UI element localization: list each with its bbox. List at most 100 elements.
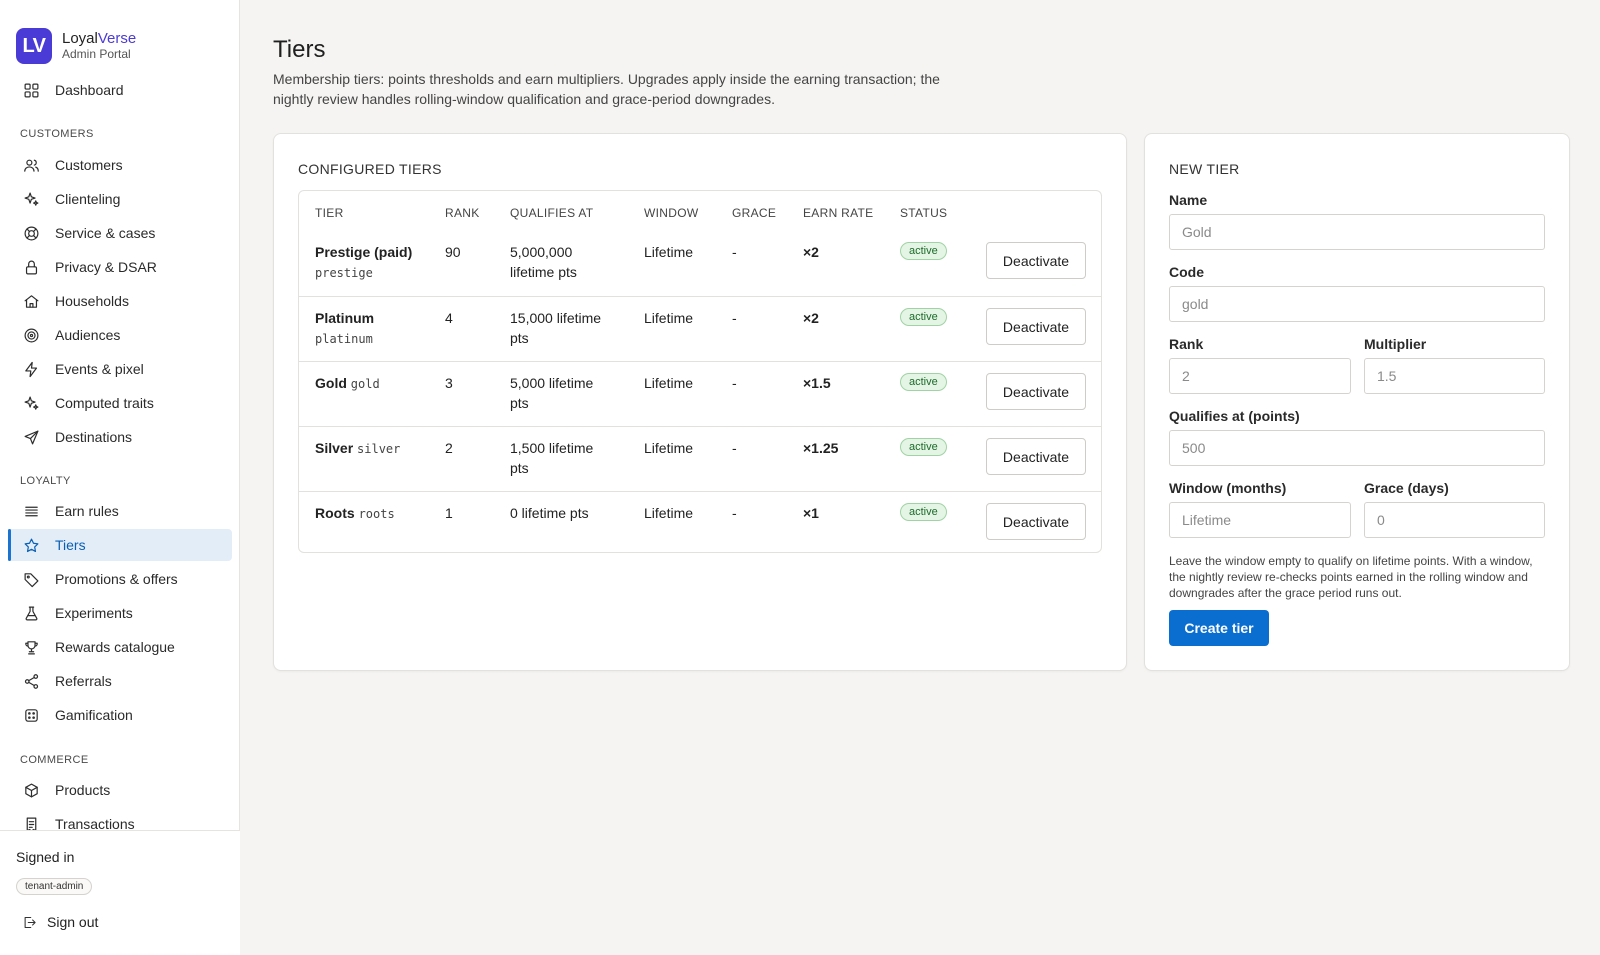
grace-label: Grace (days) bbox=[1364, 480, 1449, 496]
sidebar-item-dashboard[interactable]: Dashboard bbox=[8, 74, 232, 106]
sidebar-item-label: Dashboard bbox=[55, 82, 124, 98]
sidebar-item-privacy-dsar[interactable]: Privacy & DSAR bbox=[8, 251, 232, 283]
configured-tiers-card: CONFIGURED TIERS TIER RANK QUALIFIES AT … bbox=[273, 133, 1127, 671]
grid-icon bbox=[22, 81, 40, 99]
code-input[interactable] bbox=[1169, 286, 1545, 322]
column-header-status: STATUS bbox=[900, 206, 948, 220]
sidebar-item-label: Destinations bbox=[55, 429, 133, 445]
code-label: Code bbox=[1169, 264, 1204, 280]
window-label: Window (months) bbox=[1169, 480, 1287, 496]
sign-out-button[interactable]: Sign out bbox=[22, 914, 98, 930]
sidebar-item-earn-rules[interactable]: Earn rules bbox=[8, 495, 232, 527]
sidebar-item-referrals[interactable]: Referrals bbox=[8, 665, 232, 697]
column-header-grace: GRACE bbox=[732, 206, 777, 220]
table-row: Gold gold 3 5,000 lifetime pts Lifetime - ×1.… bbox=[299, 361, 1101, 426]
rank-cell: 2 bbox=[445, 440, 453, 456]
rank-cell: 90 bbox=[445, 244, 461, 260]
sidebar-item-label: Audiences bbox=[55, 327, 121, 343]
window-cell: Lifetime bbox=[644, 244, 694, 260]
signed-in-panel: Signed in tenant-admin Sign out bbox=[0, 830, 240, 955]
brand-text: LoyalVerse Admin Portal bbox=[62, 30, 136, 61]
send-icon bbox=[22, 428, 40, 446]
users-icon bbox=[22, 156, 40, 174]
sidebar-item-gamification[interactable]: Gamification bbox=[8, 699, 232, 731]
sidebar-item-computed-traits[interactable]: Computed traits bbox=[8, 387, 232, 419]
tier-code: gold bbox=[350, 377, 380, 391]
sidebar-item-label: Events & pixel bbox=[55, 361, 144, 377]
sidebar-item-destinations[interactable]: Destinations bbox=[8, 421, 232, 453]
tier-code: roots bbox=[358, 507, 395, 521]
tier-name: Silver bbox=[315, 440, 354, 456]
sidebar-item-rewards-catalogue[interactable]: Rewards catalogue bbox=[8, 631, 232, 663]
rank-cell: 3 bbox=[445, 375, 453, 391]
sidebar-item-clienteling[interactable]: Clienteling bbox=[8, 183, 232, 215]
sidebar-item-label: Experiments bbox=[55, 605, 133, 621]
deactivate-button[interactable]: Deactivate bbox=[986, 503, 1086, 540]
column-header-rank: RANK bbox=[445, 206, 480, 220]
sidebar-item-tiers[interactable]: Tiers bbox=[8, 529, 232, 561]
name-label: Name bbox=[1169, 192, 1208, 208]
window-cell: Lifetime bbox=[644, 310, 694, 326]
grace-cell: - bbox=[732, 375, 737, 391]
sidebar-item-label: Transactions bbox=[55, 816, 135, 830]
sidebar-item-label: Gamification bbox=[55, 707, 133, 723]
brand-name-part2: Verse bbox=[97, 30, 137, 48]
sidebar-item-label: Referrals bbox=[55, 673, 112, 689]
deactivate-button[interactable]: Deactivate bbox=[986, 308, 1086, 345]
bolt-icon bbox=[22, 360, 40, 378]
role-badge: tenant-admin bbox=[16, 878, 93, 895]
create-tier-button[interactable]: Create tier bbox=[1169, 610, 1269, 646]
window-cell: Lifetime bbox=[644, 375, 694, 391]
sidebar-nav: Dashboard CUSTOMERS Customers Clientelin… bbox=[0, 74, 240, 830]
grace-cell: - bbox=[732, 440, 737, 456]
earn-rate-cell: ×1.25 bbox=[803, 440, 839, 456]
trophy-icon bbox=[22, 638, 40, 656]
grace-cell: - bbox=[732, 310, 737, 326]
name-input[interactable] bbox=[1169, 214, 1545, 250]
sidebar-item-service-cases[interactable]: Service & cases bbox=[8, 217, 232, 249]
window-input[interactable] bbox=[1169, 502, 1351, 538]
sidebar-item-households[interactable]: Households bbox=[8, 285, 232, 317]
grace-cell: - bbox=[732, 244, 737, 260]
sidebar-item-products[interactable]: Products bbox=[8, 774, 232, 806]
tier-name: Gold bbox=[315, 375, 347, 391]
deactivate-button[interactable]: Deactivate bbox=[986, 438, 1086, 475]
grace-cell: - bbox=[732, 505, 737, 521]
tier-name: Prestige (paid) bbox=[315, 244, 413, 260]
sidebar-item-experiments[interactable]: Experiments bbox=[8, 597, 232, 629]
qualifies-at-cell: 15,000 lifetime pts bbox=[510, 310, 602, 346]
sidebar-item-transactions[interactable]: Transactions bbox=[8, 808, 232, 830]
lock-icon bbox=[22, 258, 40, 276]
rank-cell: 4 bbox=[445, 310, 453, 326]
brand-name-part1: Loyal bbox=[62, 30, 98, 48]
grace-input[interactable] bbox=[1364, 502, 1545, 538]
sidebar-item-customers[interactable]: Customers bbox=[8, 149, 232, 181]
brand-logo: LV bbox=[16, 28, 52, 64]
multiplier-input[interactable] bbox=[1364, 358, 1545, 394]
tier-cell: Roots roots bbox=[315, 503, 440, 524]
sparkle-icon bbox=[22, 190, 40, 208]
earn-rate-cell: ×1 bbox=[803, 505, 819, 521]
brand[interactable]: LV LoyalVerse Admin Portal bbox=[0, 0, 239, 74]
deactivate-button[interactable]: Deactivate bbox=[986, 373, 1086, 410]
rank-input[interactable] bbox=[1169, 358, 1351, 394]
sidebar-item-label: Service & cases bbox=[55, 225, 156, 241]
sidebar-item-events-pixel[interactable]: Events & pixel bbox=[8, 353, 232, 385]
sidebar-item-audiences[interactable]: Audiences bbox=[8, 319, 232, 351]
box-icon bbox=[22, 781, 40, 799]
status-badge: active bbox=[900, 373, 947, 391]
deactivate-button[interactable]: Deactivate bbox=[986, 242, 1086, 279]
table-row: Prestige (paid) prestige 90 5,000,000 lifet… bbox=[299, 231, 1101, 296]
sidebar-item-label: Clienteling bbox=[55, 191, 121, 207]
tier-cell: Gold gold bbox=[315, 373, 440, 394]
qualifies-at-input[interactable] bbox=[1169, 430, 1545, 466]
status-badge: active bbox=[900, 438, 947, 456]
sidebar-item-promotions-offers[interactable]: Promotions & offers bbox=[8, 563, 232, 595]
earn-rate-cell: ×1.5 bbox=[803, 375, 831, 391]
sparkle-icon bbox=[22, 394, 40, 412]
table-row: Silver silver 2 1,500 lifetime pts Lifetime… bbox=[299, 426, 1101, 491]
column-header-qualifies-at: QUALIFIES AT bbox=[510, 206, 594, 220]
lifebuoy-icon bbox=[22, 224, 40, 242]
share-icon bbox=[22, 672, 40, 690]
sidebar-item-label: Computed traits bbox=[55, 395, 154, 411]
